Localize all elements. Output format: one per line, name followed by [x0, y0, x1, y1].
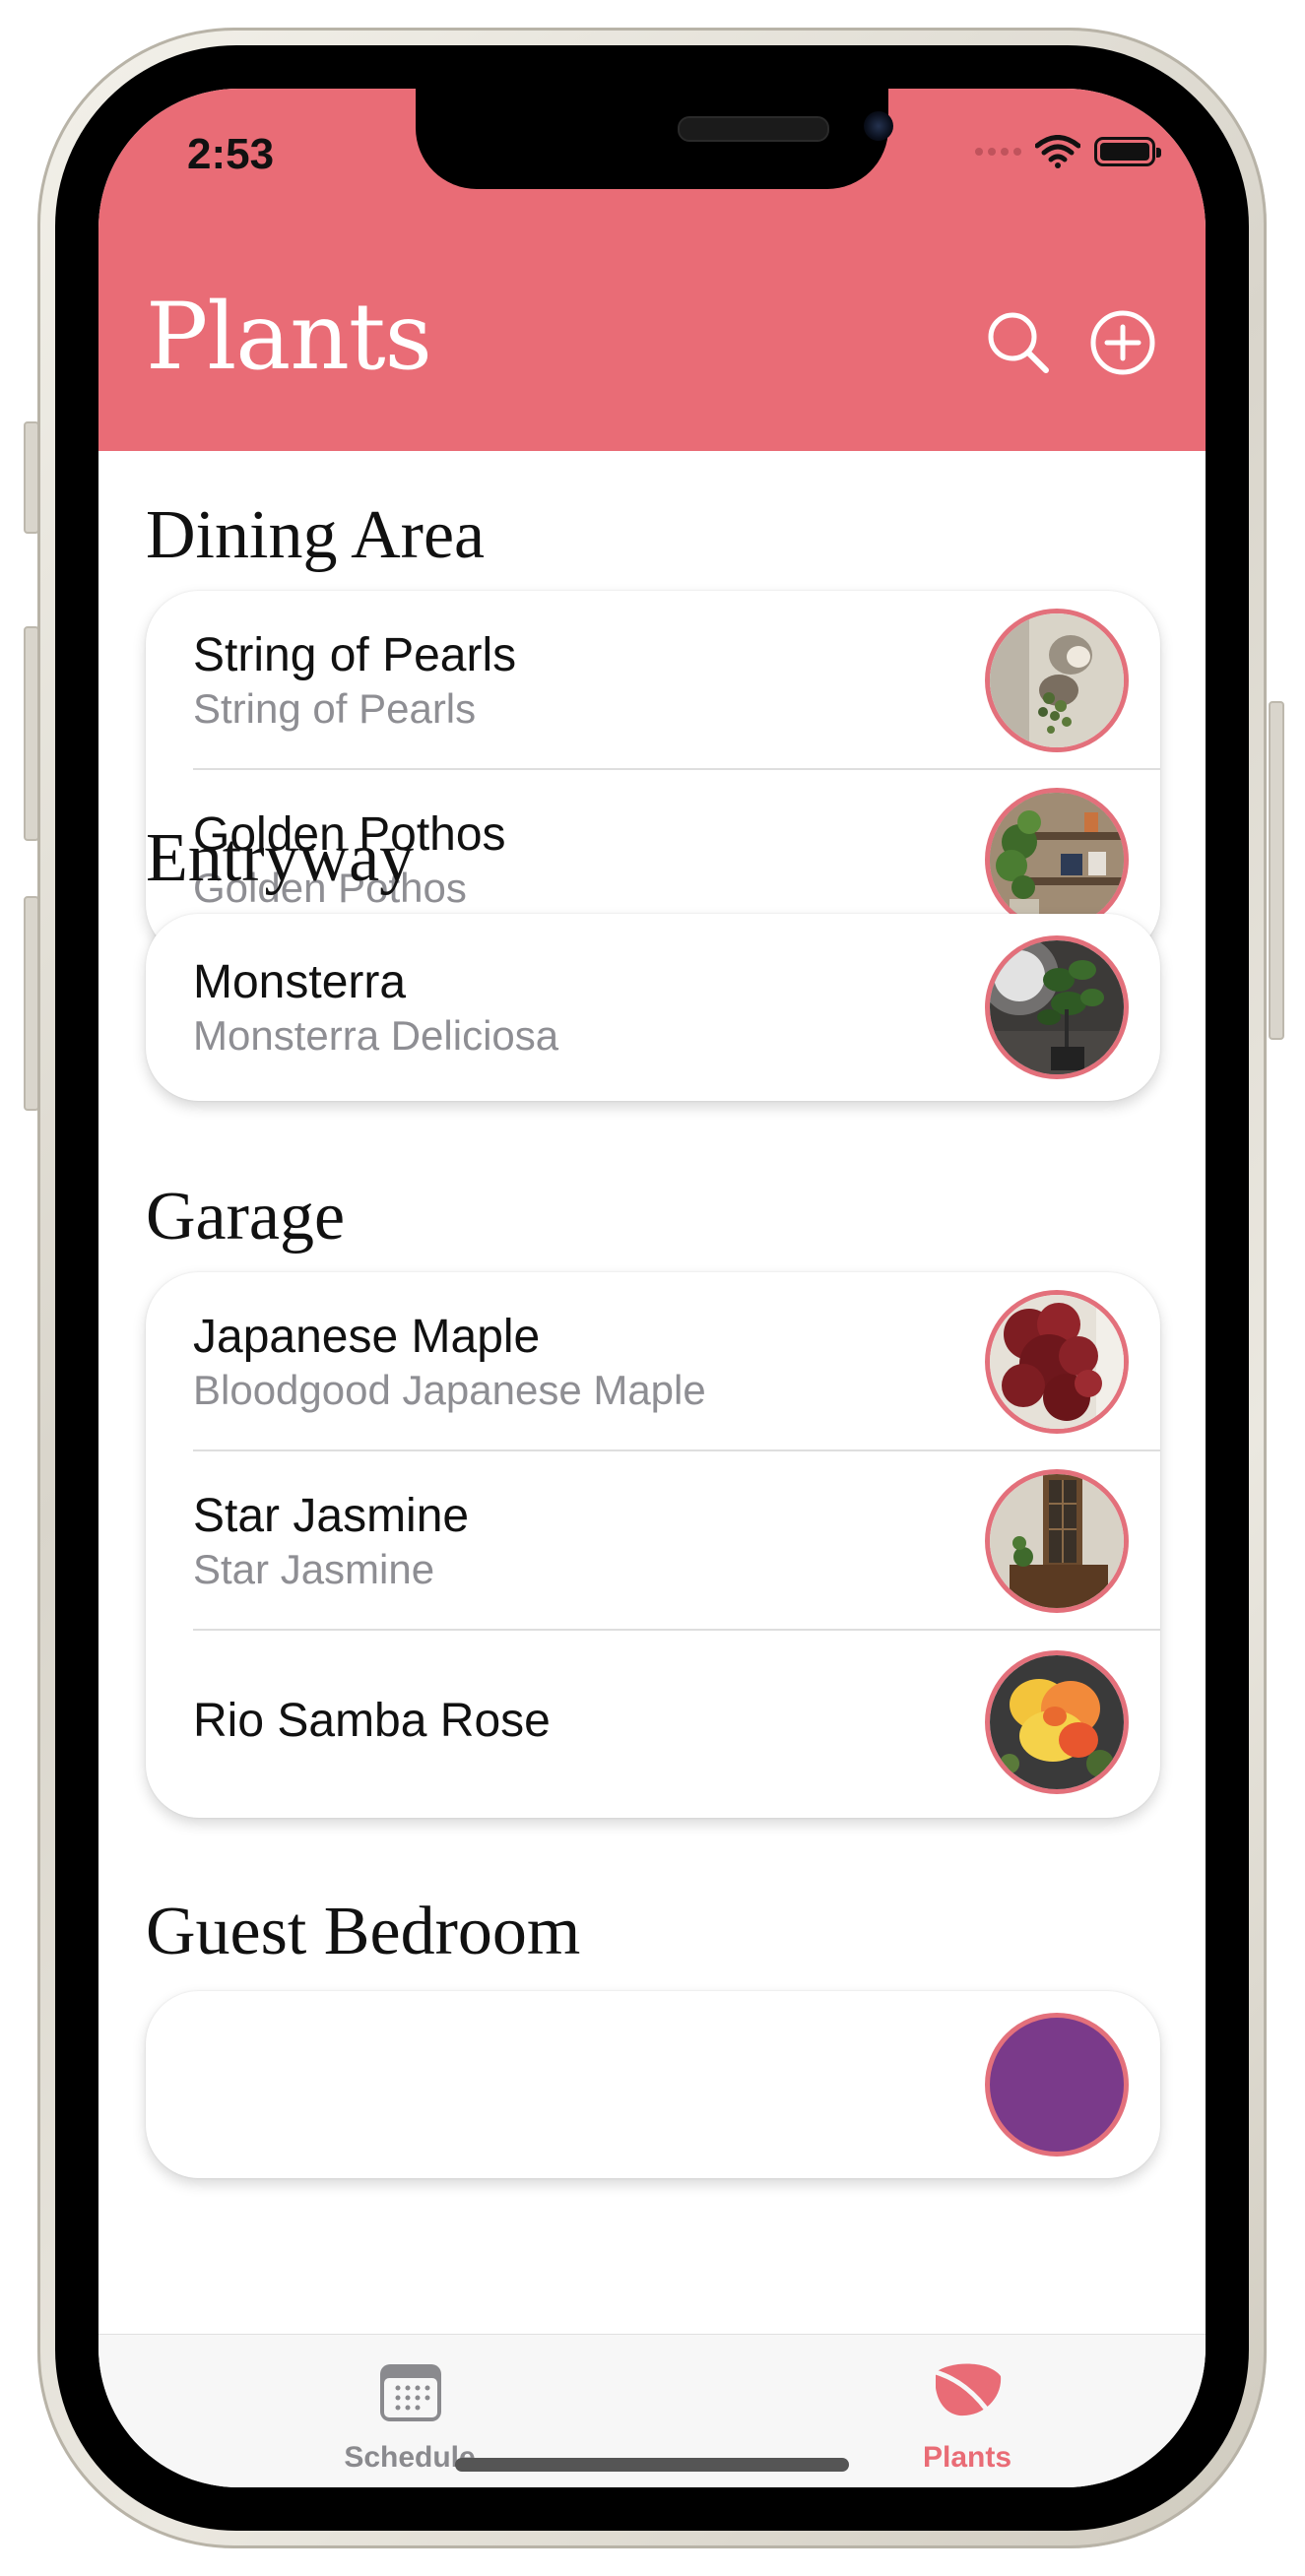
home-indicator[interactable] — [455, 2458, 849, 2472]
plant-name: Monsterra — [193, 956, 407, 1008]
status-indicators — [975, 134, 1161, 169]
plant-scientific-name: Star Jasmine — [193, 1546, 435, 1592]
search-icon[interactable] — [983, 307, 1054, 378]
section-card-guest-bedroom — [146, 1991, 1160, 2178]
front-camera — [864, 111, 893, 141]
section-title-entryway: Entryway — [146, 820, 415, 896]
tab-label: Plants — [922, 2441, 1012, 2474]
plant-scientific-name: Bloodgood Japanese Maple — [193, 1367, 706, 1413]
section-title-garage: Garage — [146, 1179, 346, 1255]
plant-scientific-name: Monsterra Deliciosa — [193, 1012, 559, 1059]
power-button — [1269, 701, 1284, 1040]
status-time: 2:53 — [187, 130, 275, 178]
section-title-dining-area: Dining Area — [146, 497, 486, 573]
earpiece-speaker — [678, 116, 829, 142]
plant-row[interactable]: String of Pearls String of Pearls — [146, 591, 1160, 770]
plant-scientific-name: String of Pearls — [193, 685, 477, 732]
plant-photo — [985, 788, 1129, 932]
plant-name: Star Jasmine — [193, 1490, 470, 1542]
plant-row[interactable]: Rio Samba Rose — [146, 1631, 1160, 1818]
plant-row[interactable]: Monsterra Monsterra Deliciosa — [146, 914, 1160, 1101]
leaf-icon — [933, 2363, 1002, 2418]
plant-row[interactable]: Star Jasmine Star Jasmine — [146, 1451, 1160, 1631]
plant-photo — [985, 935, 1129, 1079]
tab-plants[interactable]: Plants — [839, 2335, 1095, 2482]
notch — [416, 89, 893, 189]
plant-row[interactable]: Japanese Maple Bloodgood Japanese Maple — [146, 1272, 1160, 1451]
plant-photo — [985, 1469, 1129, 1613]
plant-photo — [985, 1290, 1129, 1434]
section-card-entryway: Monsterra Monsterra Deliciosa — [146, 914, 1160, 1101]
calendar-icon — [380, 2364, 441, 2421]
plant-photo — [985, 609, 1129, 752]
plus-circle-icon[interactable] — [1087, 307, 1158, 378]
battery-icon — [1094, 137, 1161, 166]
plant-list[interactable]: Dining Area String of Pearls String of P… — [98, 451, 1206, 2334]
plant-name: Japanese Maple — [193, 1311, 541, 1363]
plant-name: Rio Samba Rose — [193, 1695, 551, 1747]
section-card-dining-area: String of Pearls String of Pearls Golden… — [146, 591, 1160, 957]
plant-photo — [985, 1650, 1129, 1794]
plant-name: String of Pearls — [193, 629, 517, 681]
plant-photo — [985, 2013, 1129, 2157]
cellular-signal-icon — [975, 148, 1021, 156]
page-title: Plants — [146, 284, 432, 391]
wifi-icon — [1035, 135, 1080, 168]
section-title-guest-bedroom: Guest Bedroom — [146, 1894, 581, 1969]
section-card-garage: Japanese Maple Bloodgood Japanese Maple … — [146, 1272, 1160, 1818]
screen: 2:53 Plants Dining Area String of Pearls… — [98, 89, 1206, 2487]
